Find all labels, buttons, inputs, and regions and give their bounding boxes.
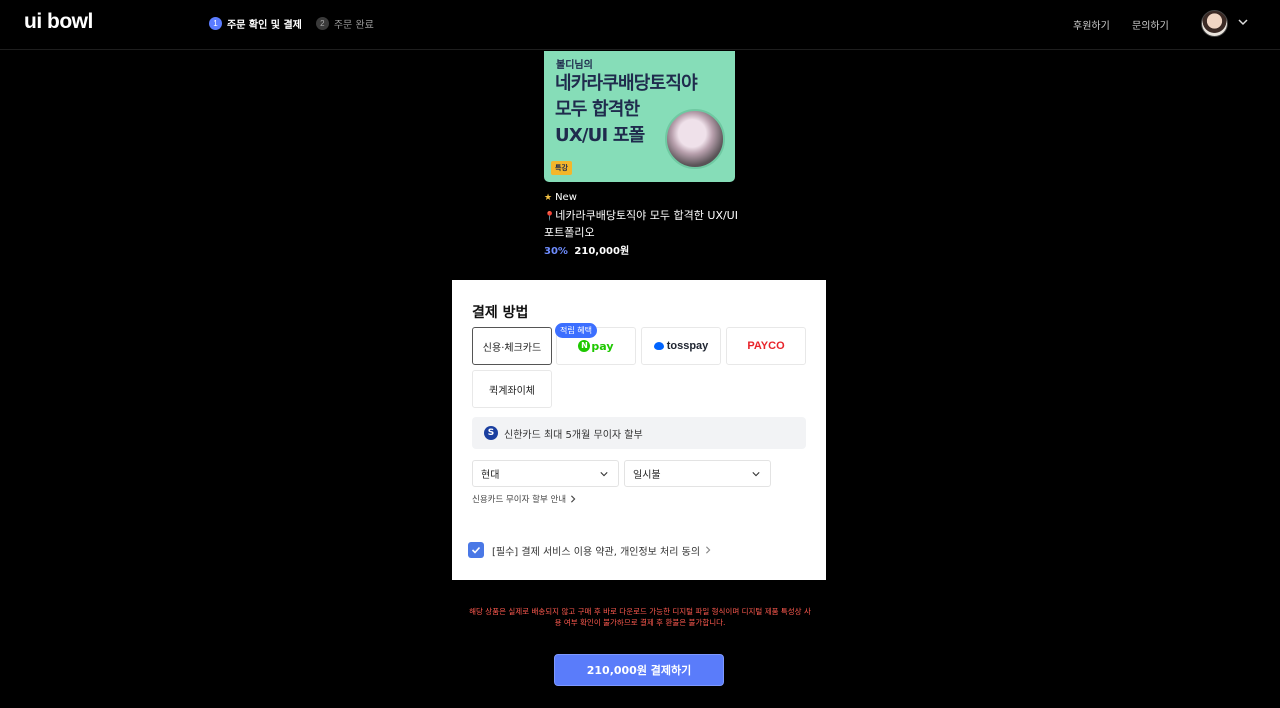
- step-label: 주문 확인 및 결제: [227, 20, 302, 31]
- method-quick-transfer[interactable]: 퀵계좌이체: [472, 370, 552, 408]
- checkout-steps: 1 주문 확인 및 결제 2 주문 완료: [209, 16, 388, 31]
- npay-label: pay: [591, 339, 614, 353]
- product-title-wrap: 📍네카라쿠배당토직야 모두 합격한 UX/UI 포트폴리오: [544, 208, 744, 241]
- consent-checkbox[interactable]: [468, 542, 484, 558]
- consent-label: [필수] 결제 서비스 이용 약관, 개인정보 처리 동의: [492, 546, 701, 558]
- check-icon: [471, 546, 481, 554]
- card-company-value: 현대: [481, 470, 500, 481]
- chevron-down-icon: [752, 472, 760, 477]
- thumbnail-line: 모두 합격한: [555, 99, 640, 120]
- thumbnail-line: 네카라쿠배당토직야: [555, 73, 698, 94]
- new-tag: ★ New: [544, 192, 577, 203]
- installment-info-label: 신용카드 무이자 할부 안내: [472, 495, 567, 505]
- quick-transfer-label: 퀵계좌이체: [489, 385, 535, 397]
- nav-sponsor-link[interactable]: 후원하기: [1073, 17, 1110, 32]
- chevron-right-icon[interactable]: [704, 546, 712, 554]
- payment-panel: 결제 방법 신용·체크카드 N pay tosspay PAYCO 퀵계좌이체 …: [452, 280, 826, 580]
- price-row: 30% 210,000원: [544, 242, 629, 257]
- shinhan-card-icon: S: [484, 426, 498, 440]
- step-number: 2: [315, 17, 329, 30]
- tosspay-logo: tosspay: [653, 340, 709, 352]
- star-icon: ★: [544, 192, 553, 203]
- installment-info-link[interactable]: 신용카드 무이자 할부 안내: [472, 493, 577, 505]
- method-tosspay[interactable]: tosspay: [641, 327, 721, 365]
- method-card[interactable]: 신용·체크카드: [472, 327, 552, 365]
- method-card-label: 신용·체크카드: [482, 342, 542, 354]
- card-company-select[interactable]: 현대: [472, 460, 619, 487]
- npay-benefit-badge: 적립 혜택: [555, 323, 597, 338]
- nav-inquiry-link[interactable]: 문의하기: [1132, 17, 1169, 32]
- payment-method-title: 결제 방법: [472, 305, 529, 321]
- discount-rate: 30%: [544, 246, 568, 257]
- product-title: 네카라쿠배당토직야 모두 합격한 UX/UI 포트폴리오: [544, 209, 738, 239]
- method-payco[interactable]: PAYCO: [726, 327, 806, 365]
- thumbnail-line: UX/UI 포폴: [555, 125, 645, 146]
- step-order-complete: 2 주문 완료: [315, 16, 374, 31]
- npay-n-icon: N: [578, 340, 591, 352]
- refund-notice: 해당 상품은 실제로 배송되지 않고 구매 후 바로 다운로드 가능한 디지털 …: [469, 607, 811, 627]
- logo[interactable]: ui bowl: [24, 10, 93, 34]
- card-promo-banner: S 신한카드 최대 5개월 무이자 할부: [472, 417, 806, 449]
- pay-button[interactable]: 210,000원 결제하기: [554, 654, 724, 686]
- new-label: New: [555, 192, 577, 203]
- top-header: ui bowl 1 주문 확인 및 결제 2 주문 완료 후원하기 문의하기: [0, 0, 1280, 50]
- chevron-down-icon: [600, 472, 608, 477]
- pin-icon: 📍: [544, 212, 556, 222]
- step-number: 1: [209, 17, 222, 30]
- step-label: 주문 완료: [333, 20, 374, 31]
- chevron-down-icon[interactable]: [1238, 17, 1248, 27]
- product-thumbnail[interactable]: 볼디님의 네카라쿠배당토직야 모두 합격한 UX/UI 포폴 특강: [544, 51, 735, 182]
- payco-label: PAYCO: [747, 340, 785, 352]
- step-order-confirm: 1 주문 확인 및 결제: [209, 16, 302, 31]
- user-avatar[interactable]: [1201, 10, 1228, 37]
- installment-select[interactable]: 일시불: [624, 460, 771, 487]
- installment-value: 일시불: [633, 470, 661, 481]
- npay-logo: N pay: [578, 339, 614, 353]
- consent-row[interactable]: [필수] 결제 서비스 이용 약관, 개인정보 처리 동의: [468, 542, 712, 558]
- toss-icon: [653, 342, 664, 350]
- instructor-photo: [665, 109, 725, 169]
- chevron-right-icon: [571, 495, 576, 503]
- product-price: 210,000원: [574, 246, 630, 257]
- thumbnail-badge: 특강: [551, 161, 572, 175]
- tosspay-label: tosspay: [666, 340, 709, 352]
- promo-text: 신한카드 최대 5개월 무이자 할부: [504, 429, 643, 441]
